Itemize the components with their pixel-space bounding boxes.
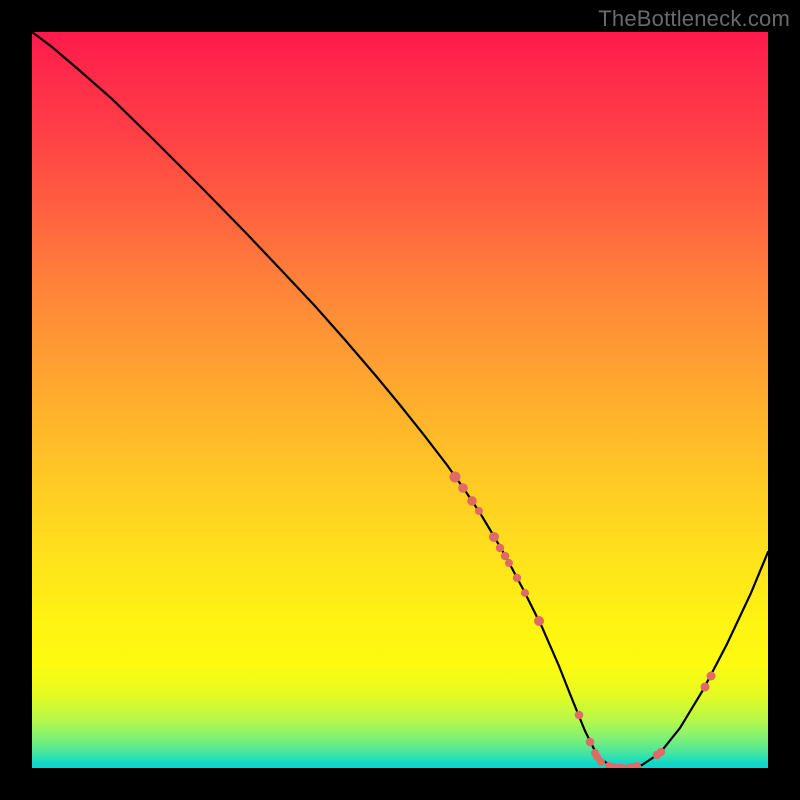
- highlight-dot: [489, 532, 499, 542]
- highlight-dot: [597, 758, 605, 766]
- highlight-dot: [657, 748, 665, 756]
- highlight-dot: [575, 711, 584, 720]
- highlight-dot: [501, 552, 509, 560]
- curve-layer: [32, 32, 768, 768]
- highlight-dot: [513, 574, 521, 582]
- highlight-dot: [534, 616, 544, 626]
- highlight-dot: [586, 738, 595, 747]
- highlight-dot: [458, 483, 468, 493]
- highlight-dot: [505, 559, 513, 567]
- bottleneck-curve: [32, 32, 768, 768]
- highlight-dot: [449, 471, 460, 482]
- highlight-dot: [496, 544, 504, 552]
- highlight-dot: [707, 672, 716, 681]
- chart-stage: TheBottleneck.com: [0, 0, 800, 800]
- highlight-dot: [467, 496, 477, 506]
- highlight-dot: [475, 507, 483, 515]
- highlight-dot: [521, 589, 529, 597]
- highlight-dot: [633, 762, 641, 768]
- highlight-dot: [701, 682, 710, 691]
- watermark-text: TheBottleneck.com: [598, 6, 790, 32]
- plot-area: [32, 32, 768, 768]
